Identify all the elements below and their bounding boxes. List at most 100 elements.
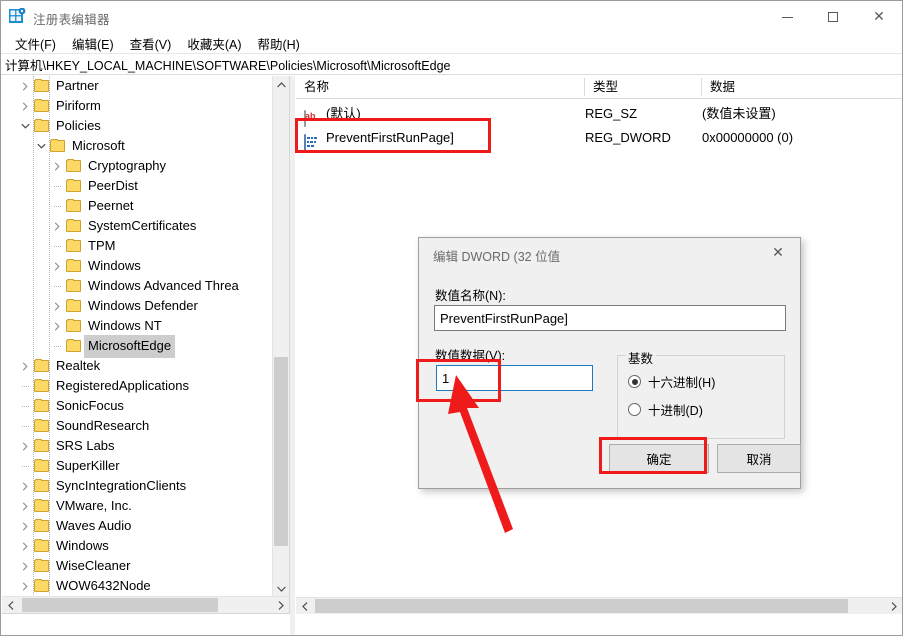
column-header-name[interactable]: 名称 (296, 76, 584, 98)
tree-scrollbar-thumb[interactable] (274, 357, 288, 546)
tree-item-microsoft[interactable]: Microsoft (2, 136, 272, 156)
scroll-up-button[interactable] (273, 76, 289, 93)
chevron-right-icon[interactable] (17, 96, 33, 116)
tree-item-partner[interactable]: Partner (2, 76, 272, 96)
menu-file[interactable]: 文件(F) (7, 33, 64, 54)
registry-editor-window: 注册表编辑器 ✕ 文件(F) 编辑(E) 查看(V) 收藏夹(A) 帮助(H) 计算机\… (0, 0, 903, 636)
tree-item-windows-advanced-threa[interactable]: Windows Advanced Threa (2, 276, 272, 296)
tree-item-realtek[interactable]: Realtek (2, 356, 272, 376)
tree-node-stub (49, 336, 65, 356)
chevron-right-icon[interactable] (49, 156, 65, 176)
table-row[interactable]: PreventFirstRunPage] REG_DWORD 0x00000000 … (296, 126, 902, 151)
tree-item-sonicfocus[interactable]: SonicFocus (2, 396, 272, 416)
tree-item-label: RegisteredApplications (56, 378, 189, 393)
value-data-label: 数值数据(V): (435, 349, 506, 363)
folder-icon (33, 76, 51, 96)
chevron-right-icon[interactable] (17, 476, 33, 496)
scroll-down-button[interactable] (273, 580, 289, 597)
tree-item-label: Microsoft (72, 138, 125, 153)
menu-favorites[interactable]: 收藏夹(A) (179, 33, 249, 54)
cancel-button[interactable]: 取消 (717, 444, 801, 473)
tree-item-windows-defender[interactable]: Windows Defender (2, 296, 272, 316)
tree-node-stub (49, 236, 65, 256)
folder-icon (33, 476, 51, 496)
table-row[interactable]: ab (默认) REG_SZ (数值未设置) (296, 102, 902, 127)
string-value-icon: ab (304, 106, 319, 127)
chevron-right-icon[interactable] (17, 556, 33, 576)
values-horizontal-scrollbar[interactable] (296, 597, 902, 614)
address-bar[interactable]: 计算机\HKEY_LOCAL_MACHINE\SOFTWARE\Policies… (1, 53, 902, 75)
folder-icon (33, 516, 51, 536)
minimize-button[interactable] (764, 1, 810, 33)
cell-name: PreventFirstRunPage] (326, 130, 454, 145)
dialog-close-button[interactable]: ✕ (756, 238, 800, 268)
tree-item-wisecleaner[interactable]: WiseCleaner (2, 556, 272, 576)
tree-item-srs-labs[interactable]: SRS Labs (2, 436, 272, 456)
tree-item-windows[interactable]: Windows (2, 536, 272, 556)
folder-icon (65, 196, 83, 216)
tree-item-registeredapplications[interactable]: RegisteredApplications (2, 376, 272, 396)
scroll-right-button[interactable] (885, 598, 902, 614)
chevron-right-icon[interactable] (49, 316, 65, 336)
menu-view[interactable]: 查看(V) (122, 33, 180, 54)
folder-icon (33, 496, 51, 516)
chevron-right-icon[interactable] (49, 256, 65, 276)
tree-item-syncintegrationclients[interactable]: SyncIntegrationClients (2, 476, 272, 496)
tree-item-label: SuperKiller (56, 458, 120, 473)
scroll-left-button[interactable] (2, 597, 19, 613)
scroll-left-button[interactable] (296, 598, 313, 614)
value-name-input[interactable]: PreventFirstRunPage] (434, 305, 786, 331)
tree-item-windows-nt[interactable]: Windows NT (2, 316, 272, 336)
tree-item-label: TPM (88, 238, 116, 253)
tree-item-systemcertificates[interactable]: SystemCertificates (2, 216, 272, 236)
close-button[interactable]: ✕ (856, 1, 902, 33)
tree-item-microsoftedge[interactable]: MicrosoftEdge (2, 334, 272, 358)
tree-hscrollbar-thumb[interactable] (22, 598, 218, 612)
chevron-down-icon[interactable] (33, 136, 49, 156)
column-header-data[interactable]: 数据 (702, 76, 902, 98)
radio-hexadecimal[interactable]: 十六进制(H) (628, 372, 715, 391)
menu-help[interactable]: 帮助(H) (249, 33, 307, 54)
chevron-right-icon[interactable] (17, 536, 33, 556)
tree-item-vmware-inc[interactable]: VMware, Inc. (2, 496, 272, 516)
chevron-right-icon[interactable] (17, 516, 33, 536)
edit-dword-dialog: 编辑 DWORD (32 位值 ✕ 数值名称(N): PreventFirstR… (418, 237, 801, 489)
value-data-input[interactable]: 1 (436, 365, 593, 391)
tree-item-peernet[interactable]: Peernet (2, 196, 272, 216)
tree-item-label: MicrosoftEdge (84, 334, 176, 358)
tree-horizontal-scrollbar[interactable] (2, 596, 289, 613)
values-hscrollbar-thumb[interactable] (315, 599, 848, 613)
tree-item-policies[interactable]: Policies (2, 116, 272, 136)
chevron-right-icon[interactable] (49, 216, 65, 236)
tree-item-piriform[interactable]: Piriform (2, 96, 272, 116)
folder-icon (65, 316, 83, 336)
tree-item-windows[interactable]: Windows (2, 256, 272, 276)
maximize-button[interactable] (810, 1, 856, 33)
chevron-right-icon[interactable] (17, 76, 33, 96)
chevron-right-icon[interactable] (17, 576, 33, 596)
chevron-down-icon[interactable] (17, 116, 33, 136)
chevron-right-icon[interactable] (49, 296, 65, 316)
tree-item-soundresearch[interactable]: SoundResearch (2, 416, 272, 436)
tree-item-peerdist[interactable]: PeerDist (2, 176, 272, 196)
tree-item-superkiller[interactable]: SuperKiller (2, 456, 272, 476)
tree-item-label: Policies (56, 118, 101, 133)
tree-item-cryptography[interactable]: Cryptography (2, 156, 272, 176)
ok-button[interactable]: 确定 (609, 444, 709, 473)
tree-vertical-scrollbar[interactable] (272, 76, 289, 597)
tree-item-label: PeerDist (88, 178, 138, 193)
scroll-right-button[interactable] (272, 597, 289, 613)
value-name-label: 数值名称(N): (435, 289, 506, 303)
chevron-right-icon[interactable] (17, 356, 33, 376)
pane-splitter[interactable] (290, 76, 295, 635)
tree-item-wow6432node[interactable]: WOW6432Node (2, 576, 272, 596)
tree-node-stub (17, 456, 33, 476)
tree-item-waves-audio[interactable]: Waves Audio (2, 516, 272, 536)
menu-edit[interactable]: 编辑(E) (64, 33, 122, 54)
radio-decimal[interactable]: 十进制(D) (628, 400, 703, 419)
chevron-right-icon[interactable] (17, 436, 33, 456)
tree-item-tpm[interactable]: TPM (2, 236, 272, 256)
column-header-type[interactable]: 类型 (585, 76, 701, 98)
chevron-right-icon[interactable] (17, 496, 33, 516)
tree-item-label: VMware, Inc. (56, 498, 132, 513)
